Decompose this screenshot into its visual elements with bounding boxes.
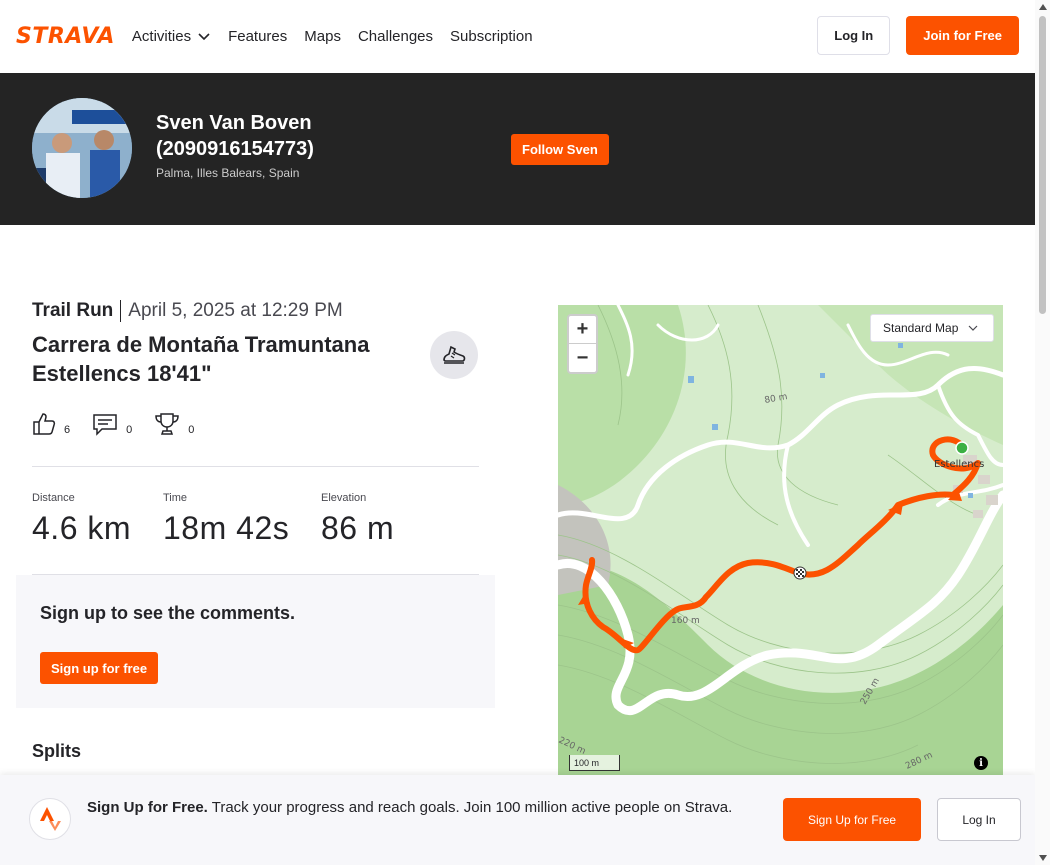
social-counts: 6 0 0 <box>32 412 194 436</box>
map-place-label: Estellencs <box>934 459 984 470</box>
athlete-location: Palma, Illes Balears, Spain <box>156 166 300 180</box>
map-contour-label: 160 m <box>671 616 700 626</box>
activity-date: April 5, 2025 at 12:29 PM <box>128 300 343 321</box>
zoom-in-button[interactable]: + <box>569 316 596 344</box>
activity-type: Trail Run <box>32 300 122 322</box>
signup-bold: Sign Up for Free. <box>87 799 208 816</box>
comments-value: 0 <box>126 424 133 436</box>
stat-label: Time <box>163 492 188 504</box>
stat-value: 18m 42s <box>163 510 290 546</box>
stat-label: Distance <box>32 492 75 504</box>
stat-time: Time 18m 42s <box>163 492 289 547</box>
map-style-select[interactable]: Standard Map <box>870 314 994 342</box>
map-style-value: Standard Map <box>883 321 959 335</box>
comments-count[interactable]: 0 <box>92 412 132 436</box>
route-map[interactable]: Estellencs 80 m 160 m 250 m 220 m 280 m <box>558 305 1003 775</box>
comment-icon <box>93 414 117 436</box>
strava-logo-icon <box>40 807 61 831</box>
athlete-banner: Sven Van Boven (2090916154773) Palma, Il… <box>0 73 1035 225</box>
comments-signup-box: Sign up to see the comments. Sign up for… <box>16 575 495 708</box>
nav-features[interactable]: Features <box>228 28 287 45</box>
trophy-icon <box>155 413 180 435</box>
nav-activities[interactable]: Activities <box>132 28 211 45</box>
comments-signup-button[interactable]: Sign up for free <box>40 652 159 684</box>
avatar-photo-icon <box>32 98 132 198</box>
splits-title: Splits <box>32 741 82 761</box>
chevron-down-icon <box>968 325 978 331</box>
top-nav: STRAVA Activities Features Maps Challeng… <box>0 0 1035 73</box>
signup-bar: Sign Up for Free. Track your progress an… <box>0 775 1035 865</box>
signup-body: Track your progress and reach goals. Joi… <box>207 799 733 816</box>
stat-value: 86 m <box>321 510 395 546</box>
nav-activities-label: Activities <box>131 28 192 45</box>
scroll-thumb[interactable] <box>1039 16 1046 314</box>
activity-header: Trail Run April 5, 2025 at 12:29 PM <box>32 300 343 322</box>
stat-value: 4.6 km <box>32 510 132 546</box>
page-scrollbar[interactable] <box>1035 0 1050 865</box>
comments-title: Sign up to see the comments. <box>40 603 296 623</box>
scroll-up-icon[interactable] <box>1039 4 1047 10</box>
shoe-button[interactable] <box>430 331 478 379</box>
athlete-avatar[interactable] <box>32 98 132 198</box>
strava-app-logo <box>29 798 71 840</box>
signup-message: Sign Up for Free. Track your progress an… <box>87 797 757 819</box>
chevron-down-icon <box>198 32 210 40</box>
stat-label: Elevation <box>321 492 367 504</box>
map-zoom-control: + − <box>567 314 598 374</box>
nav-challenges[interactable]: Challenges <box>358 28 433 45</box>
achievements-count[interactable]: 0 <box>154 412 194 436</box>
stat-elevation: Elevation 86 m <box>321 492 394 547</box>
follow-button[interactable]: Follow Sven <box>511 134 609 165</box>
kudos-count[interactable]: 6 <box>32 412 70 436</box>
signup-bar-button[interactable]: Sign Up for Free <box>783 798 922 841</box>
zoom-out-button[interactable]: − <box>569 344 596 372</box>
thumbs-up-icon <box>33 413 56 435</box>
stat-distance: Distance 4.6 km <box>32 492 131 547</box>
kudos-value: 6 <box>64 424 71 436</box>
scroll-down-icon[interactable] <box>1039 855 1047 861</box>
nav-actions: Log In Join for Free <box>817 16 1019 55</box>
divider <box>32 466 479 467</box>
login-button[interactable]: Log In <box>817 16 891 55</box>
signup-bar-login-button[interactable]: Log In <box>937 798 1021 841</box>
map-scale: 100 m <box>569 755 620 771</box>
running-shoe-icon <box>443 345 466 364</box>
nav-subscription[interactable]: Subscription <box>450 28 533 45</box>
join-button[interactable]: Join for Free <box>906 16 1019 55</box>
strava-logo[interactable]: STRAVA <box>16 24 115 49</box>
nav-maps[interactable]: Maps <box>304 28 341 45</box>
info-icon[interactable]: i <box>974 756 988 770</box>
activity-title: Carrera de Montaña Tramuntana Estellencs… <box>32 332 370 386</box>
athlete-name[interactable]: Sven Van Boven (2090916154773) <box>156 110 416 162</box>
map-canvas: Estellencs 80 m 160 m 250 m 220 m 280 m <box>558 305 1003 775</box>
achievements-value: 0 <box>188 424 195 436</box>
